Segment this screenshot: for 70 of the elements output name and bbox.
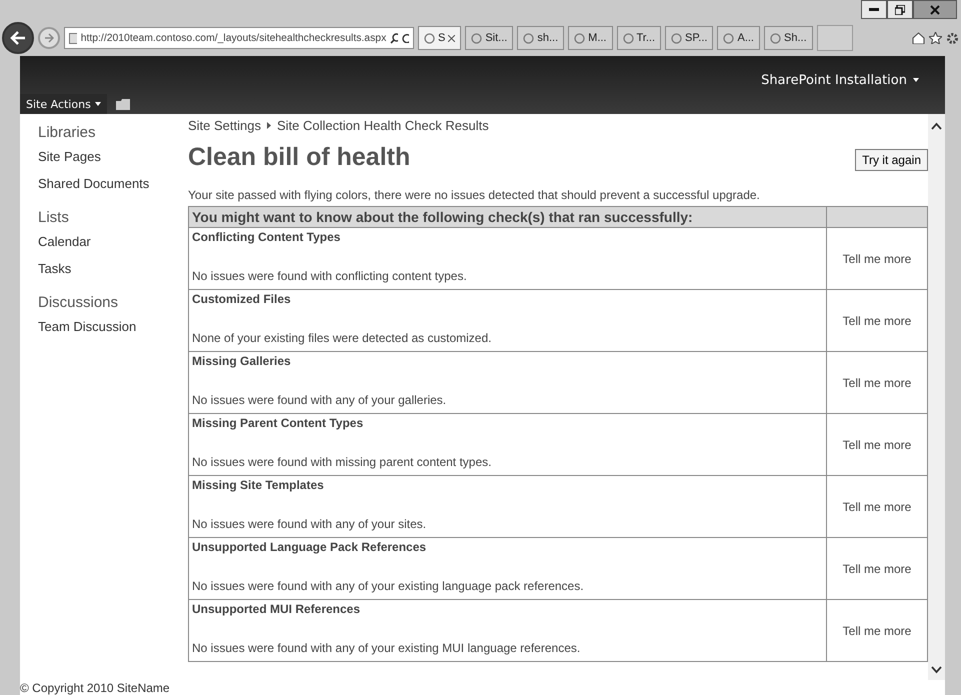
url-text: http://2010team.contoso.com/_layouts/sitehealthcheckresults.aspx xyxy=(80,32,386,44)
table-header: You might want to know about the following check(s) that ran successfully: xyxy=(188,206,826,228)
page-icon xyxy=(69,32,77,44)
address-bar[interactable]: http://2010team.contoso.com/_layouts/sitehealthcheckresults.aspx xyxy=(64,27,414,49)
check-message: No issues were found with any of your sites. xyxy=(192,517,428,531)
scrollbar[interactable] xyxy=(928,114,945,680)
browser-tab[interactable]: M... xyxy=(568,26,612,50)
nav-link[interactable]: Shared Documents xyxy=(38,176,188,191)
copyright-text: © Copyright 2010 SiteName xyxy=(20,681,171,695)
caret-icon xyxy=(94,102,101,106)
browser-tab[interactable]: sh... xyxy=(517,26,564,50)
restore-icon xyxy=(895,4,905,14)
nav-link[interactable]: Site Pages xyxy=(38,149,188,164)
home-icon[interactable] xyxy=(912,32,925,44)
check-message: None of your existing files were detected as customized. xyxy=(192,331,492,345)
check-name: Customized Files xyxy=(192,292,292,306)
refresh-icon[interactable] xyxy=(402,33,409,43)
tell-me-more-link[interactable]: Tell me more xyxy=(842,438,912,452)
back-button[interactable] xyxy=(2,22,34,54)
page-title: Clean bill of health xyxy=(188,143,410,172)
browser-tab[interactable]: Sit... xyxy=(465,26,514,50)
check-name: Conflicting Content Types xyxy=(192,230,342,244)
browser-tab[interactable]: S xyxy=(418,26,462,50)
browser-tab[interactable]: SP... xyxy=(665,26,714,50)
minimize-button[interactable] xyxy=(861,0,887,19)
nav-heading: Lists xyxy=(38,209,70,226)
close-icon[interactable] xyxy=(448,34,456,42)
check-message: No issues were found with any of your galleries. xyxy=(192,393,448,407)
breadcrumb-link[interactable]: Site Settings xyxy=(188,118,261,133)
browser-tab[interactable]: A... xyxy=(717,26,760,50)
tell-me-more-link[interactable]: Tell me more xyxy=(842,376,912,390)
browser-tab[interactable]: Tr... xyxy=(616,26,662,50)
check-name: Unsupported MUI References xyxy=(192,602,362,616)
check-message: No issues were found with conflicting content types. xyxy=(192,269,468,283)
minimize-icon xyxy=(869,8,879,12)
check-name: Missing Galleries xyxy=(192,354,292,368)
forward-arrow-icon xyxy=(44,33,54,43)
tell-me-more-link[interactable]: Tell me more xyxy=(842,562,912,576)
nav-link[interactable]: Calendar xyxy=(38,234,188,249)
check-message: No issues were found with any of your existing language pack references. xyxy=(192,579,585,593)
folder-icon[interactable] xyxy=(114,97,131,111)
site-actions-menu[interactable]: Site Actions xyxy=(20,94,107,114)
tell-me-more-link[interactable]: Tell me more xyxy=(842,624,912,638)
scroll-up-icon[interactable] xyxy=(931,122,942,130)
check-message: No issues were found with missing parent content types. xyxy=(192,455,492,469)
summary-text: Your site passed with flying colors, there were no issues detected that should prevent a successful upgrade. xyxy=(188,188,761,202)
back-arrow-icon xyxy=(10,31,26,45)
check-name: Missing Site Templates xyxy=(192,478,325,492)
scroll-down-icon[interactable] xyxy=(931,666,942,674)
star-icon[interactable] xyxy=(929,32,942,44)
check-message: No issues were found with any of your existing MUI language references. xyxy=(192,641,582,655)
tell-me-more-link[interactable]: Tell me more xyxy=(842,500,912,514)
check-name: Missing Parent Content Types xyxy=(192,416,364,430)
forward-button[interactable] xyxy=(38,27,60,49)
search-icon[interactable] xyxy=(390,32,398,44)
check-name: Unsupported Language Pack References xyxy=(192,540,428,554)
tell-me-more-link[interactable]: Tell me more xyxy=(842,314,912,328)
tell-me-more-link[interactable]: Tell me more xyxy=(842,252,912,266)
browser-tab[interactable]: Sh... xyxy=(764,26,813,50)
separator-icon xyxy=(267,122,271,129)
nav-link[interactable]: Tasks xyxy=(38,261,188,276)
nav-link[interactable]: Team Discussion xyxy=(38,319,188,334)
user-menu[interactable]: SharePoint Installation xyxy=(755,72,925,88)
close-button[interactable] xyxy=(913,0,957,19)
try-again-button[interactable]: Try it again xyxy=(855,148,928,170)
close-icon xyxy=(930,4,940,14)
nav-heading: Libraries xyxy=(38,124,97,141)
caret-icon xyxy=(913,78,919,82)
nav-heading: Discussions xyxy=(38,294,120,311)
restore-button[interactable] xyxy=(887,0,913,19)
